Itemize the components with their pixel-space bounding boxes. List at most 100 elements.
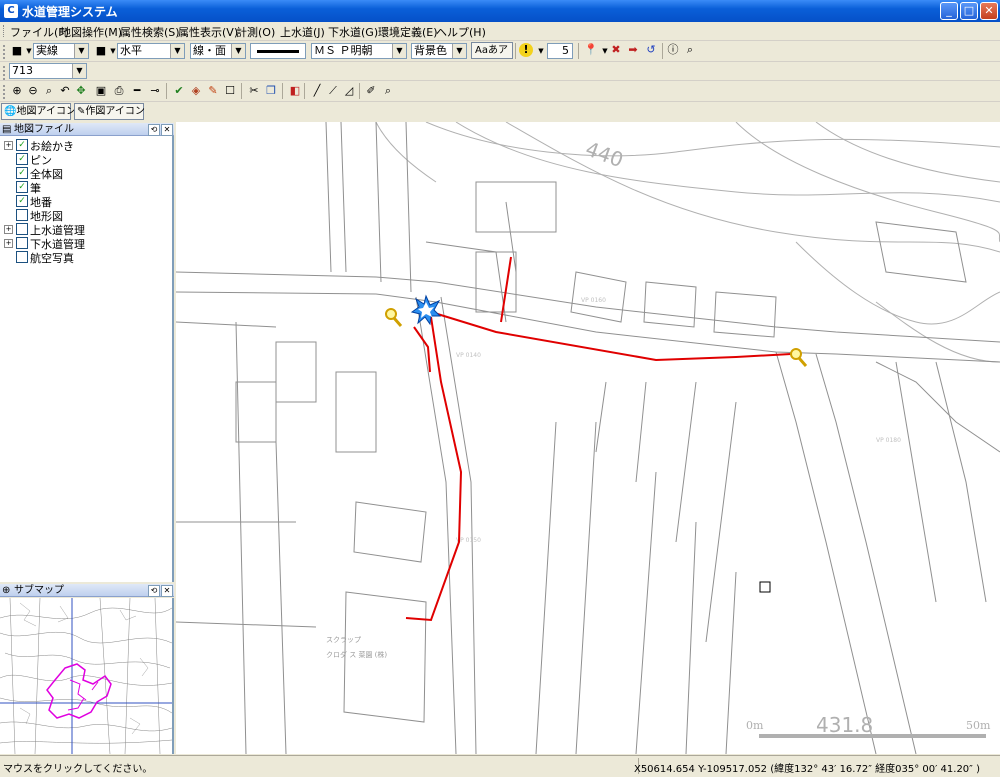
- toolbar-tools: ⊕ ⊖ ⌕ ↶ ✥ ▣ ⎙ ━ ⊸ ✔ ◈ ✎ ☐ ✂ ❐ ◧ ╱ ⟋ ◿ ✐ …: [0, 81, 1000, 102]
- separator: [662, 43, 663, 59]
- menu-help[interactable]: ヘルプ(H): [436, 24, 486, 40]
- svg-text:VP 0160: VP 0160: [581, 297, 606, 304]
- color-fill-icon[interactable]: ◧: [288, 84, 302, 98]
- close-button[interactable]: ✕: [980, 2, 998, 20]
- find-icon[interactable]: ⌕: [381, 84, 395, 98]
- separator: [282, 83, 283, 99]
- separator: [304, 83, 305, 99]
- separator: [578, 43, 579, 59]
- maximize-button[interactable]: □: [960, 2, 978, 20]
- warning-icon[interactable]: !: [519, 43, 533, 57]
- separator: [241, 83, 242, 99]
- checkbox-unchecked-icon[interactable]: [16, 223, 28, 235]
- map-icon-button[interactable]: 🌐地図アイコン: [1, 103, 76, 120]
- scale-start-label: 0m: [746, 719, 764, 732]
- scale-end-label: 50m: [966, 719, 991, 732]
- checkbox-unchecked-icon[interactable]: [16, 251, 28, 263]
- search-icon[interactable]: ⌕: [683, 43, 697, 57]
- polygon-tool-icon[interactable]: ◿: [342, 84, 356, 98]
- separator: [515, 43, 516, 59]
- toolbar-scale: 713 ▼: [0, 62, 1000, 81]
- back-icon[interactable]: ↶: [58, 84, 72, 98]
- status-bar: マウスをクリックしてください。 X50614.654 Y-109517.052 …: [0, 755, 1000, 777]
- cut-icon[interactable]: ✂: [247, 84, 261, 98]
- submap-icon: ⊕: [2, 585, 11, 596]
- document-icon[interactable]: ☐: [223, 84, 237, 98]
- menu-env-settings[interactable]: 環境定義(E): [378, 24, 438, 40]
- checkbox-unchecked-icon[interactable]: [16, 209, 28, 221]
- line-type-select[interactable]: 実線 ▼: [33, 43, 89, 59]
- zoom-area-icon[interactable]: ⌕: [42, 84, 56, 98]
- pin-panel-icon[interactable]: ⟲: [148, 585, 160, 597]
- save-icon[interactable]: ▣: [94, 84, 108, 98]
- number-input[interactable]: 5: [547, 43, 573, 59]
- checkbox-checked-icon[interactable]: ✓: [16, 167, 28, 179]
- map-view[interactable]: VP 0160 VP 0140 VP 0180 VP 0150 440 スクラッ…: [176, 122, 1000, 754]
- layer-icon[interactable]: ◈: [189, 84, 203, 98]
- check-icon[interactable]: ✔: [172, 84, 186, 98]
- refresh-icon[interactable]: ↺: [644, 43, 658, 57]
- title-bar: C 水道管理システム _ □ ✕: [0, 0, 1000, 22]
- layer-tree: + ✓ お絵かき ✓ ピン ✓ 全体図 ✓ 筆 ✓ 地番 地形図 + 上水道管理…: [0, 136, 174, 582]
- submap-view[interactable]: [0, 598, 174, 754]
- expand-icon[interactable]: +: [4, 141, 13, 150]
- zoom-out-icon[interactable]: ⊖: [26, 84, 40, 98]
- line-tool-icon[interactable]: ╱: [310, 84, 324, 98]
- toolbar-grip: [3, 45, 7, 59]
- toolbar-style: ■ ▼ 実線 ▼ ■ ▼ 水平 ▼ 線・面 ▼ ＭＳ Ｐ明朝 ▼ 背景色 ▼ Aaあア !…: [0, 41, 1000, 62]
- icon-tab-row: 🌐地図アイコン ✎作図アイコン: [0, 102, 1000, 121]
- app-icon: C: [4, 4, 18, 18]
- menu-water-supply[interactable]: 上水道(J): [280, 24, 325, 40]
- chevron-down-icon: ▼: [392, 44, 406, 58]
- pin-panel-icon[interactable]: ⟲: [148, 124, 160, 136]
- building-label: スクラップ: [326, 636, 361, 644]
- background-select[interactable]: 背景色 ▼: [411, 43, 467, 59]
- expand-icon[interactable]: +: [4, 225, 13, 234]
- menu-attr-view[interactable]: 属性表示(V): [178, 24, 238, 40]
- ruler-icon[interactable]: ━: [130, 84, 144, 98]
- menu-attr-search[interactable]: 属性検索(S): [120, 24, 180, 40]
- polyline-tool-icon[interactable]: ⟋: [326, 84, 340, 98]
- separator: [359, 83, 360, 99]
- minimize-button[interactable]: _: [940, 2, 958, 20]
- hatch-select[interactable]: 水平 ▼: [117, 43, 185, 59]
- font-select[interactable]: ＭＳ Ｐ明朝 ▼: [311, 43, 407, 59]
- chevron-down-icon[interactable]: ▼: [534, 44, 548, 58]
- arrow-right-icon[interactable]: ➡: [626, 43, 640, 57]
- zoom-in-icon[interactable]: ⊕: [10, 84, 24, 98]
- draw-icon-button[interactable]: ✎作図アイコン: [74, 103, 145, 120]
- copy-icon[interactable]: ❐: [264, 84, 278, 98]
- pin-remove-icon[interactable]: ✖: [609, 43, 623, 57]
- chevron-down-icon: ▼: [72, 64, 86, 78]
- globe-icon: 🌐: [4, 106, 17, 117]
- menu-measure[interactable]: 計測(O): [236, 24, 275, 40]
- status-message: マウスをクリックしてください。: [3, 764, 153, 775]
- menu-map-ops[interactable]: 地図操作(M): [60, 24, 122, 40]
- measure-icon[interactable]: ⊸: [148, 84, 162, 98]
- checkbox-checked-icon[interactable]: ✓: [16, 153, 28, 165]
- text-tool-icon[interactable]: ✐: [364, 84, 378, 98]
- shape-select[interactable]: 線・面 ▼: [190, 43, 246, 59]
- menu-sewer[interactable]: 下水道(G): [328, 24, 378, 40]
- line-width-preview[interactable]: [250, 43, 306, 59]
- checkbox-unchecked-icon[interactable]: [16, 237, 28, 249]
- expand-icon[interactable]: +: [4, 239, 13, 248]
- selection-box[interactable]: [759, 581, 771, 593]
- chevron-down-icon: ▼: [452, 44, 466, 58]
- checkbox-checked-icon[interactable]: ✓: [16, 139, 28, 151]
- status-coordinates: X50614.654 Y-109517.052 (緯度132° 43′ 16.7…: [633, 764, 980, 775]
- menu-bar: ファイル(F) 地図操作(M) 属性検索(S) 属性表示(V) 計測(O) 上水…: [0, 22, 1000, 41]
- close-panel-icon[interactable]: ✕: [161, 124, 173, 136]
- close-panel-icon[interactable]: ✕: [161, 585, 173, 597]
- pointer-icon[interactable]: ✎: [206, 84, 220, 98]
- separator: [166, 83, 167, 99]
- pan-icon[interactable]: ✥: [74, 84, 88, 98]
- checkbox-checked-icon[interactable]: ✓: [16, 181, 28, 193]
- pin-icon[interactable]: 📍: [584, 43, 598, 57]
- checkbox-checked-icon[interactable]: ✓: [16, 195, 28, 207]
- scale-select[interactable]: 713 ▼: [9, 63, 87, 79]
- chevron-down-icon: ▼: [74, 44, 88, 58]
- font-sample-button[interactable]: Aaあア: [471, 42, 513, 59]
- print-icon[interactable]: ⎙: [112, 84, 126, 98]
- info-icon[interactable]: ⓘ: [666, 43, 680, 57]
